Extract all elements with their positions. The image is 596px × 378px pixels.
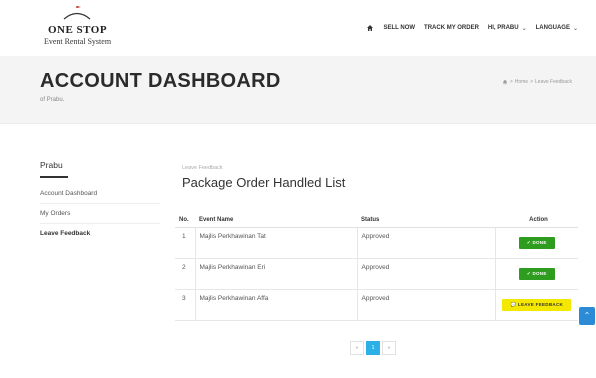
page-banner: ACCOUNT DASHBOARD of Prabu. > Home > Lea… <box>0 56 596 124</box>
breadcrumb-separator: > <box>530 79 534 85</box>
cell-status: Approved <box>356 227 495 259</box>
orders-table: No. Event Name Status Action 1 Majlis Pe… <box>175 213 578 321</box>
table-row: 2 Majlis Perkhawinan Eri Approved ✔ DONE <box>175 258 578 290</box>
pagination: « 1 » <box>350 341 396 355</box>
back-to-top-button[interactable]: ⌃ <box>579 307 595 325</box>
home-icon <box>367 25 374 31</box>
sidebar-item-account-dashboard[interactable]: Account Dashboard <box>40 184 160 204</box>
cell-no: 3 <box>175 289 195 321</box>
column-header-no: No. <box>175 213 195 228</box>
page-subtitle: of Prabu. <box>40 97 65 103</box>
cell-action: ✔ DONE <box>494 227 578 259</box>
sidebar-item-leave-feedback[interactable]: Leave Feedback <box>40 224 160 244</box>
cell-event-name: Majlis Perkhawinan Tat <box>194 227 357 259</box>
logo-subtitle: Event Rental System <box>43 37 112 46</box>
main-nav: SELL NOW TRACK MY ORDER HI, PRABU ⌄ LANG… <box>357 24 578 32</box>
tent-logo-icon <box>63 6 91 20</box>
table-header-row: No. Event Name Status Action <box>175 213 578 228</box>
nav-language-menu[interactable]: LANGUAGE ⌄ <box>536 25 578 32</box>
column-header-action: Action <box>495 213 578 228</box>
comment-icon: 💬 <box>510 301 518 307</box>
column-header-status: Status <box>357 213 495 228</box>
cell-action: 💬 LEAVE FEEDBACK <box>494 289 578 321</box>
breadcrumb: > Home > Leave Feedback <box>502 79 572 85</box>
section-eyebrow: Leave Feedback <box>182 165 223 171</box>
chevron-down-icon: ⌄ <box>521 25 527 32</box>
done-button[interactable]: ✔ DONE <box>518 236 555 249</box>
nav-sell-now[interactable]: SELL NOW <box>383 25 415 31</box>
column-header-event: Event Name <box>195 213 357 228</box>
cell-no: 2 <box>175 258 195 290</box>
page-title: ACCOUNT DASHBOARD <box>40 70 281 92</box>
chevron-up-icon: ⌃ <box>583 311 591 320</box>
top-navigation-bar: ONE STOP Event Rental System SELL NOW TR… <box>0 0 596 56</box>
pagination-page-current[interactable]: 1 <box>366 341 380 355</box>
done-button-label: DONE <box>532 270 547 276</box>
nav-language-label: LANGUAGE <box>535 25 570 31</box>
sidebar-title-underline <box>40 176 68 178</box>
home-icon <box>502 79 508 85</box>
sidebar-title: Prabu <box>40 160 63 170</box>
cell-event-name: Majlis Perkhawinan Affa <box>194 289 357 321</box>
table-row: 1 Majlis Perkhawinan Tat Approved ✔ DONE <box>175 227 578 259</box>
nav-user-label: HI, PRABU <box>487 25 519 31</box>
nav-track-order[interactable]: TRACK MY ORDER <box>424 25 479 31</box>
leave-feedback-button[interactable]: 💬 LEAVE FEEDBACK <box>502 298 572 311</box>
done-button[interactable]: ✔ DONE <box>518 267 555 280</box>
main-content: Leave Feedback Package Order Handled Lis… <box>175 165 578 321</box>
nav-home[interactable] <box>366 24 374 32</box>
logo-title: ONE STOP <box>47 24 108 36</box>
page: ONE STOP Event Rental System SELL NOW TR… <box>0 0 596 378</box>
cell-no: 1 <box>175 227 195 259</box>
cell-action: ✔ DONE <box>494 258 578 290</box>
pagination-next[interactable]: » <box>382 341 396 355</box>
site-logo[interactable]: ONE STOP Event Rental System <box>30 6 125 48</box>
breadcrumb-home[interactable]: Home <box>515 79 528 85</box>
nav-user-menu[interactable]: HI, PRABU ⌄ <box>488 25 527 32</box>
table-row: 3 Majlis Perkhawinan Affa Approved 💬 LEA… <box>175 289 578 321</box>
account-sidebar: Prabu Account Dashboard My Orders Leave … <box>40 160 160 244</box>
sidebar-item-my-orders[interactable]: My Orders <box>40 204 160 224</box>
breadcrumb-separator: > <box>509 79 513 85</box>
breadcrumb-current: Leave Feedback <box>535 79 572 85</box>
section-title: Package Order Handled List <box>182 175 346 190</box>
chevron-down-icon: ⌄ <box>572 25 578 32</box>
pagination-prev[interactable]: « <box>350 341 364 355</box>
leave-feedback-button-label: LEAVE FEEDBACK <box>517 301 564 307</box>
cell-status: Approved <box>356 258 495 290</box>
done-button-label: DONE <box>532 239 547 245</box>
cell-status: Approved <box>356 289 495 321</box>
cell-event-name: Majlis Perkhawinan Eri <box>194 258 357 290</box>
